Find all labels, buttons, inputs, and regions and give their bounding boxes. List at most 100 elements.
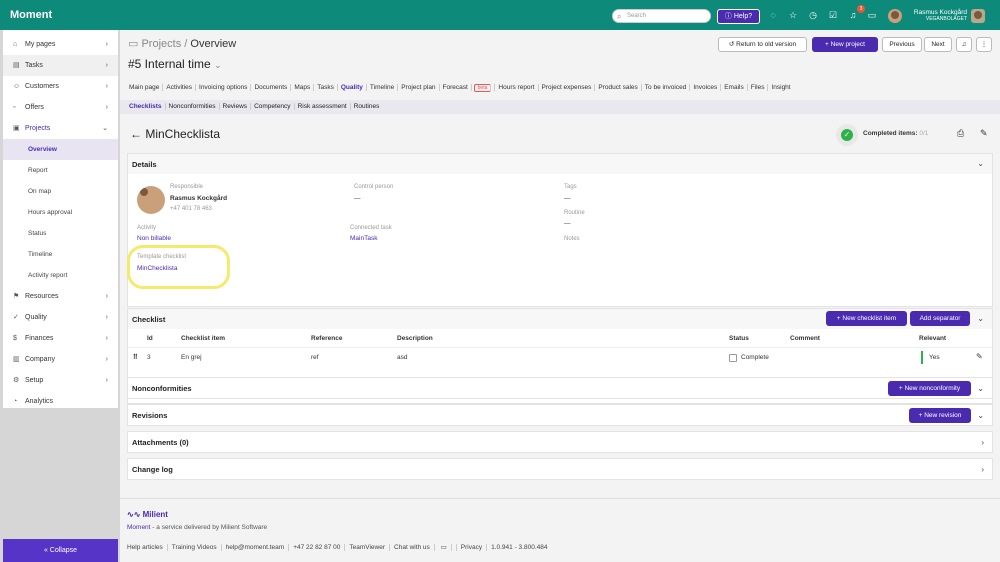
revisions-section[interactable]: Revisions + New revision ⌄ (127, 404, 993, 426)
page-title[interactable]: #5 Internal time ⌄ (128, 57, 222, 71)
connected-task-link[interactable]: MainTask (350, 235, 377, 242)
bell-button[interactable]: ♫ (956, 37, 972, 52)
back-arrow-icon[interactable]: ← (130, 127, 142, 141)
tab-emails[interactable]: Emails (721, 84, 748, 91)
activity-link[interactable]: Non billable (137, 235, 171, 242)
tab-forecast[interactable]: Forecast beta (439, 84, 496, 92)
company-logo[interactable] (971, 9, 985, 23)
subtab-routines[interactable]: Routines (351, 103, 383, 110)
return-old-version-button[interactable]: ↺ Return to old version (718, 37, 807, 52)
sidebar-sub-overview[interactable]: Overview (3, 139, 118, 160)
privacy-link[interactable]: Privacy (456, 544, 488, 551)
tab-invoices[interactable]: Invoices (690, 84, 722, 91)
subtab-risk-assessment[interactable]: Risk assessment (294, 103, 351, 110)
main-content: ▭ Projects / Overview #5 Internal time ⌄… (120, 30, 1000, 562)
complete-checkbox[interactable] (729, 354, 737, 362)
edit-row-icon[interactable]: ✎ (976, 352, 983, 361)
tab-main-page[interactable]: Main page (129, 84, 164, 91)
teamviewer-link[interactable]: TeamViewer (345, 544, 391, 551)
new-project-button[interactable]: + New project (812, 37, 878, 52)
sidebar-sub-status[interactable]: Status (3, 223, 118, 244)
app-logo[interactable]: Moment (10, 9, 52, 21)
training-videos-link[interactable]: Training Videos (167, 544, 222, 551)
sidebar-item-quality[interactable]: ✓ Quality › (3, 307, 118, 328)
avatar[interactable] (888, 9, 902, 23)
changelog-section[interactable]: Change log › (127, 458, 993, 480)
project-title: #5 Internal time (128, 57, 211, 71)
row-relevant: Yes (929, 354, 940, 361)
completed-value: 0/1 (919, 130, 929, 137)
responsible-avatar (137, 186, 165, 214)
help-articles-link[interactable]: Help articles (127, 544, 168, 551)
tab-invoicing-options[interactable]: Invoicing options (196, 84, 252, 91)
message-icon[interactable]: ▭ (866, 10, 878, 21)
tab-activities[interactable]: Activities (163, 84, 197, 91)
project-tabs: Main page Activities Invoicing options Docu… (129, 84, 794, 92)
tab-insight[interactable]: Insight (768, 84, 793, 91)
tab-quality[interactable]: Quality (337, 84, 367, 91)
tab-product-sales[interactable]: Product sales (595, 84, 642, 91)
sidebar-item-finances[interactable]: $ Finances › (3, 328, 118, 349)
tab-documents[interactable]: Documents (251, 84, 292, 91)
sidebar-sub-activity-report[interactable]: Activity report (3, 265, 118, 286)
sidebar-item-analytics[interactable]: ◔ Analytics (3, 391, 118, 412)
sidebar-sub-report[interactable]: Report (3, 160, 118, 181)
timer-icon[interactable]: ◷ (807, 10, 819, 21)
tab-timeline[interactable]: Timeline (366, 84, 399, 91)
sidebar-sub-on-map[interactable]: On map (3, 181, 118, 202)
new-checklist-item-button[interactable]: + New checklist item (826, 311, 907, 326)
sidebar-item-company[interactable]: ▥ Company › (3, 349, 118, 370)
chat-icon[interactable]: ◌ (767, 10, 779, 20)
chevron-right-icon: › (981, 465, 984, 474)
chat-link[interactable]: Chat with us ▭ (390, 544, 457, 551)
tab-maps[interactable]: Maps (291, 84, 315, 91)
sidebar-sub-timeline[interactable]: Timeline (3, 244, 118, 265)
sidebar-item-setup[interactable]: ⚙ Setup › (3, 370, 118, 391)
subtab-nonconformities[interactable]: Nonconformities (165, 103, 220, 110)
user-info[interactable]: Rasmus Kockgård VEGANBOLAGET (905, 9, 967, 23)
help-button[interactable]: ⓘ Help? (717, 9, 760, 24)
star-icon[interactable]: ☆ (787, 10, 799, 21)
attachments-section[interactable]: Attachments (0) › (127, 431, 993, 453)
new-nonconformity-button[interactable]: + New nonconformity (888, 381, 971, 396)
sidebar-item-resources[interactable]: ⚑ Resources › (3, 286, 118, 307)
support-email-link[interactable]: help@moment.team (221, 544, 290, 551)
tab-hours-report[interactable]: Hours report (495, 84, 539, 91)
sidebar-item-tasks[interactable]: ▤ Tasks › (3, 55, 118, 76)
drag-handle-icon[interactable]: ⠿ (133, 353, 138, 361)
tab-forecast-label: Forecast (442, 84, 472, 91)
nonconformities-section[interactable]: Nonconformities + New nonconformity ⌄ (127, 377, 993, 399)
sidebar-sub-hours-approval[interactable]: Hours approval (3, 202, 118, 223)
print-icon[interactable]: ⎙ (957, 128, 964, 139)
company-icon: ▥ (13, 356, 20, 363)
more-button[interactable]: ⋮ (976, 37, 992, 52)
analytics-icon: ◔ (13, 398, 18, 405)
add-separator-button[interactable]: Add separator (910, 311, 970, 326)
collapse-button[interactable]: « Collapse (3, 539, 118, 562)
subtab-reviews[interactable]: Reviews (219, 103, 252, 110)
breadcrumb-projects[interactable]: Projects (141, 38, 181, 50)
tab-tasks[interactable]: Tasks (314, 84, 338, 91)
sidebar-item-my-pages[interactable]: ⌂ My pages › (3, 34, 118, 55)
sidebar-item-projects[interactable]: ▣ Projects ⌄ (3, 118, 118, 139)
previous-button[interactable]: Previous (882, 37, 922, 52)
details-header[interactable]: Details ⌄ (128, 154, 992, 174)
sidebar-item-offers[interactable]: ▫ Offers › (3, 97, 118, 118)
sidebar-item-customers[interactable]: ☺ Customers › (3, 76, 118, 97)
sidebar-item-label: Tasks (25, 62, 43, 69)
new-revision-button[interactable]: + New revision (909, 408, 971, 423)
table-row[interactable]: ⠿ 3 En grej ref asd Complete Yes ✎ (128, 347, 992, 367)
checkbox-icon[interactable]: ☑ (827, 10, 839, 21)
tab-to-be-invoiced[interactable]: To be invoiced (641, 84, 691, 91)
tab-project-plan[interactable]: Project plan (398, 84, 440, 91)
next-button[interactable]: Next (924, 37, 952, 52)
row-reference: ref (311, 354, 319, 361)
search-input[interactable]: ⌕ Search (612, 9, 711, 23)
tab-files[interactable]: Files (747, 84, 769, 91)
subtab-competency[interactable]: Competency (251, 103, 295, 110)
edit-icon[interactable]: ✎ (980, 128, 988, 139)
moment-link[interactable]: Moment (127, 524, 150, 531)
chevron-down-icon[interactable]: ⌄ (977, 314, 984, 323)
subtab-checklists[interactable]: Checklists (129, 103, 166, 110)
tab-project-expenses[interactable]: Project expenses (538, 84, 596, 91)
